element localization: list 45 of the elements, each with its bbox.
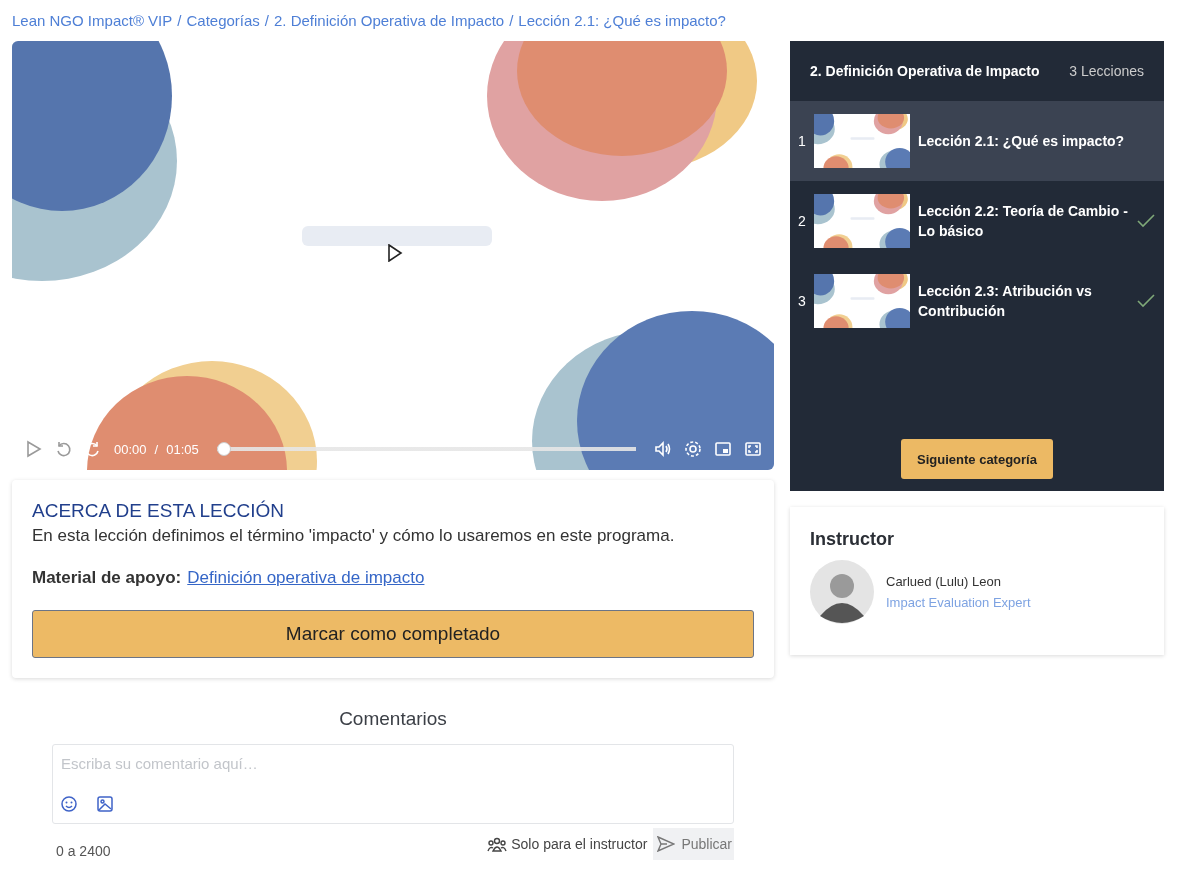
lesson-item[interactable]: 1 Lección 2.1: ¿Qué es impacto? bbox=[790, 101, 1164, 181]
breadcrumb-link[interactable]: Categorías bbox=[186, 11, 260, 29]
visibility-label[interactable]: Solo para el instructor bbox=[511, 836, 648, 852]
lesson-item[interactable]: 3 Lección 2.3: Atribución vs Contribución bbox=[790, 261, 1164, 341]
lesson-title: Lección 2.1: ¿Qué es impacto? bbox=[918, 132, 1126, 151]
time-separator: / bbox=[154, 441, 159, 457]
chapter-title: 2. Definición Operativa de Impacto bbox=[810, 63, 1040, 79]
breadcrumb-separator: / bbox=[264, 11, 269, 29]
material-link[interactable]: Definición operativa de impacto bbox=[187, 568, 425, 588]
send-icon bbox=[657, 836, 676, 852]
lesson-number: 1 bbox=[798, 133, 807, 149]
rewind-icon[interactable] bbox=[54, 440, 72, 458]
play-icon[interactable] bbox=[387, 244, 403, 262]
current-time: 00:00 bbox=[114, 441, 147, 457]
instructor-name: Carlued (Lulu) Leon bbox=[886, 574, 1002, 589]
volume-icon[interactable] bbox=[654, 440, 672, 458]
image-icon[interactable] bbox=[97, 796, 113, 812]
avatar-icon bbox=[810, 560, 874, 624]
lesson-description: En esta lección definimos el término 'impacto' y cómo lo usaremos en este programa. bbox=[32, 526, 676, 546]
settings-icon[interactable] bbox=[684, 440, 702, 458]
breadcrumb-link[interactable]: 2. Definición Operativa de Impacto bbox=[274, 11, 505, 29]
section-heading: ACERCA DE ESTA LECCIÓN bbox=[32, 500, 285, 522]
lesson-number: 2 bbox=[798, 213, 807, 229]
group-icon bbox=[487, 836, 508, 852]
breadcrumb-link[interactable]: Lección 2.1: ¿Qué es impacto? bbox=[518, 11, 726, 29]
lesson-title: Lección 2.2: Teoría de Cambio - Lo básico bbox=[918, 202, 1128, 241]
comment-field[interactable]: Escriba su comentario aquí… bbox=[52, 744, 734, 824]
emoji-icon[interactable] bbox=[61, 796, 77, 812]
breadcrumb-separator: / bbox=[509, 11, 514, 29]
mark-complete-button[interactable]: Marcar como completado bbox=[32, 610, 754, 658]
next-category-button[interactable]: Siguiente categoría bbox=[901, 439, 1053, 479]
duration: 01:05 bbox=[166, 441, 199, 457]
comments-title: Comentarios bbox=[339, 708, 447, 730]
character-counter: 0 a 2400 bbox=[55, 842, 112, 859]
fullscreen-icon[interactable] bbox=[744, 440, 762, 458]
lesson-item[interactable]: 2 Lección 2.2: Teoría de Cambio - Lo básico bbox=[790, 181, 1164, 261]
lesson-number: 3 bbox=[798, 293, 807, 309]
publish-button[interactable]: Publicar bbox=[653, 828, 734, 860]
breadcrumb-separator: / bbox=[177, 11, 182, 29]
material-label: Material de apoyo: bbox=[32, 568, 182, 588]
lesson-title: Lección 2.3: Atribución vs Contribución bbox=[918, 282, 1093, 321]
lesson-count: 3 Lecciones bbox=[1069, 63, 1144, 79]
breadcrumb-link[interactable]: Lean NGO Impact® VIP bbox=[12, 11, 173, 29]
instructor-heading: Instructor bbox=[810, 529, 895, 550]
picture-in-picture-icon[interactable] bbox=[714, 440, 732, 458]
